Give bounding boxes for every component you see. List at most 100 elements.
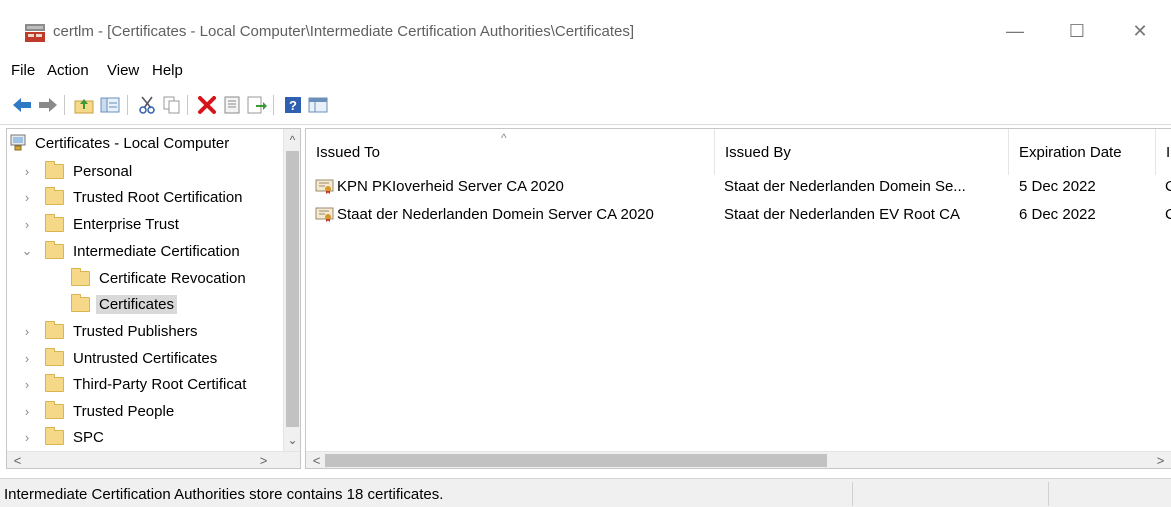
cell-issued-to: KPN PKIoverheid Server CA 2020 [337,177,564,195]
certificate-icon [315,179,334,194]
cell-expiration-date: 5 Dec 2022 [1019,177,1096,195]
cell-intended-purposes: C [1165,202,1171,226]
column-expiration-date[interactable]: Expiration Date [1009,129,1156,175]
chevron-right-icon[interactable]: › [19,404,35,419]
scroll-right-button[interactable]: > [255,452,272,468]
up-folder-icon[interactable] [73,94,95,116]
tree-item-enterprise-trust[interactable]: › Enterprise Trust [19,212,179,236]
tree-item-label: Untrusted Certificates [73,349,218,367]
tree-item-personal[interactable]: › Personal [19,159,132,183]
tree-horizontal-scrollbar[interactable]: < > [7,451,300,468]
menu-bar: File Action View Help [0,58,1171,86]
tree-item-label: SPC [73,428,104,446]
tree-item-label: Trusted Root Certification [73,188,243,206]
close-button[interactable]: ✕ [1117,14,1163,48]
export-list-icon[interactable] [246,94,268,116]
folder-icon [45,240,64,259]
tree-item-certificates[interactable]: Certificates [71,292,178,316]
certificate-list[interactable]: Issued To ^ Issued By Expiration Date I … [305,128,1171,469]
chevron-right-icon[interactable]: › [19,190,35,205]
scroll-left-button[interactable]: < [308,452,325,468]
scroll-right-button[interactable]: > [1152,452,1169,468]
status-bar: Intermediate Certification Authorities s… [0,478,1171,507]
column-label: I [1166,143,1171,161]
tree-item-intermediate[interactable]: ⌄ Intermediate Certification [19,239,240,263]
menu-view[interactable]: View [107,62,139,79]
tree-item-third-party-root[interactable]: › Third-Party Root Certificat [19,372,246,396]
tree-item-label: Trusted Publishers [73,322,198,340]
title-bar: certlm - [Certificates - Local Computer\… [0,0,1171,58]
properties-icon[interactable] [221,94,243,116]
scroll-left-button[interactable]: < [9,452,26,468]
delete-icon[interactable] [196,94,218,116]
minimize-button[interactable]: — [992,14,1038,48]
menu-action[interactable]: Action [47,62,89,79]
cut-icon[interactable] [136,94,158,116]
svg-text:?: ? [289,98,297,113]
menu-help[interactable]: Help [152,62,183,79]
tree-item-untrusted[interactable]: › Untrusted Certificates [19,346,217,370]
tree-item-label: Certificate Revocation [99,269,246,287]
scroll-thumb[interactable] [325,454,827,467]
folder-icon [45,426,64,445]
toolbar-separator [187,95,188,115]
view-icon[interactable] [307,94,329,116]
show-hide-tree-icon[interactable] [99,94,121,116]
tree-item-certificate-revocation[interactable]: Certificate Revocation [71,266,246,290]
forward-icon[interactable] [37,94,59,116]
toolbar: ? [0,86,1171,125]
window-title: certlm - [Certificates - Local Computer\… [53,23,635,40]
back-icon[interactable] [11,94,33,116]
tree-item-spc[interactable]: › SPC [19,425,104,449]
column-label: Expiration Date [1019,143,1122,161]
tree-item-trusted-root[interactable]: › Trusted Root Certification [19,185,243,209]
scroll-down-button[interactable]: ⌄ [284,431,300,449]
tree-item-label: Certificates [96,294,178,314]
chevron-right-icon[interactable]: › [19,217,35,232]
scroll-up-button[interactable]: ^ [284,131,300,149]
cell-expiration-date: 6 Dec 2022 [1019,205,1096,223]
folder-icon [45,320,64,339]
column-issued-by[interactable]: Issued By [715,129,1009,175]
tree-root[interactable]: Certificates - Local Computer [9,131,229,155]
tree-item-label: Intermediate Certification [73,242,240,260]
tree-item-label: Certificates - Local Computer [35,134,230,152]
table-row[interactable]: KPN PKIoverheid Server CA 2020 [315,174,713,198]
chevron-right-icon[interactable]: › [19,164,35,179]
chevron-right-icon[interactable]: › [19,351,35,366]
help-icon[interactable]: ? [282,94,304,116]
cell-issued-by: Staat der Nederlanden EV Root CA [724,205,960,223]
toolbar-separator [273,95,274,115]
status-text: Intermediate Certification Authorities s… [4,486,444,503]
cell-issued-to: Staat der Nederlanden Domein Server CA 2… [337,205,654,223]
chevron-right-icon[interactable]: › [19,324,35,339]
tree-item-trusted-people[interactable]: › Trusted People [19,399,174,423]
tree-vertical-scrollbar[interactable]: ^ ⌄ [283,129,300,451]
chevron-down-icon[interactable]: ⌄ [19,243,35,259]
table-row[interactable]: Staat der Nederlanden Domein Server CA 2… [315,202,713,226]
scroll-thumb[interactable] [286,151,299,427]
folder-icon [71,293,90,312]
maximize-button[interactable]: ☐ [1054,14,1100,48]
tree-item-label: Personal [73,162,133,180]
chevron-right-icon[interactable]: › [19,377,35,392]
chevron-right-icon[interactable]: › [19,430,35,445]
tree-item-trusted-publishers[interactable]: › Trusted Publishers [19,319,198,343]
folder-icon [45,186,64,205]
folder-icon [45,400,64,419]
column-label: Issued By [725,143,791,161]
console-tree[interactable]: Certificates - Local Computer › Personal… [6,128,301,469]
column-issued-to[interactable]: Issued To ^ [306,129,715,175]
list-horizontal-scrollbar[interactable]: < > [306,451,1171,468]
tree-item-label: Trusted People [73,402,175,420]
menu-file[interactable]: File [11,62,35,79]
copy-icon[interactable] [161,94,183,116]
certificate-store-icon [10,134,26,151]
column-intended-purposes[interactable]: I [1156,129,1171,175]
folder-icon [45,347,64,366]
sort-ascending-icon: ^ [501,131,507,145]
tree-item-label: Enterprise Trust [73,215,179,233]
cell-issued-by: Staat der Nederlanden Domein Se... [724,177,966,195]
certificate-manager-icon [25,24,45,42]
column-label: Issued To [316,143,380,161]
